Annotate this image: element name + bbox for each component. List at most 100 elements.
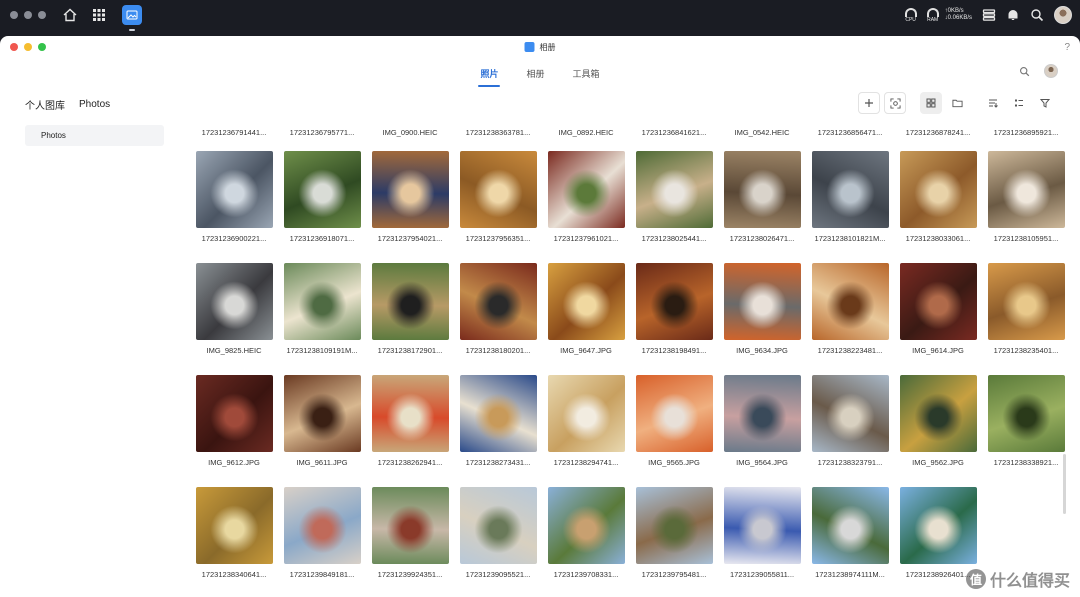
photo-item[interactable]: IMG_9614.JPG: [894, 263, 982, 355]
photo-item[interactable]: IMG_9634.JPG: [718, 263, 806, 355]
maximize-window-button[interactable]: [38, 43, 46, 51]
photo-thumbnail[interactable]: [459, 263, 537, 340]
photo-thumbnail[interactable]: [987, 151, 1065, 228]
user-avatar-small[interactable]: [1044, 64, 1058, 78]
photo-thumbnail[interactable]: [371, 151, 449, 228]
photo-filename[interactable]: IMG_0900.HEIC: [366, 128, 454, 137]
cpu-meter[interactable]: CPU: [904, 7, 917, 23]
photo-item[interactable]: 17231237961021...: [542, 151, 630, 243]
photo-item[interactable]: 17231238105951...: [982, 151, 1070, 243]
photo-thumbnail[interactable]: [459, 375, 537, 452]
photo-thumbnail[interactable]: [547, 263, 625, 340]
tab-toolbox[interactable]: 工具箱: [571, 63, 602, 84]
photo-thumbnail[interactable]: [899, 151, 977, 228]
photo-item[interactable]: IMG_9562.JPG: [894, 375, 982, 467]
photo-thumbnail[interactable]: [723, 487, 801, 564]
photo-thumbnail[interactable]: [371, 375, 449, 452]
photo-item[interactable]: 17231238180201...: [454, 263, 542, 355]
face-scan-button[interactable]: [884, 92, 906, 114]
photo-thumbnail[interactable]: [811, 487, 889, 564]
photo-thumbnail[interactable]: [723, 375, 801, 452]
home-icon[interactable]: [62, 7, 78, 23]
photo-filename[interactable]: 17231238363781...: [454, 128, 542, 137]
photo-item[interactable]: 17231238926401...: [894, 487, 982, 579]
photo-filename[interactable]: 17231236841621...: [630, 128, 718, 137]
user-avatar[interactable]: [1054, 6, 1072, 24]
photo-item[interactable]: 17231238294741...: [542, 375, 630, 467]
photos-app-icon[interactable]: [122, 5, 142, 31]
window-dots[interactable]: [10, 11, 46, 19]
task-manager-icon[interactable]: [982, 8, 996, 22]
app-grid-icon[interactable]: [92, 8, 106, 22]
search-icon[interactable]: [1030, 8, 1044, 22]
photo-thumbnail[interactable]: [547, 487, 625, 564]
photo-thumbnail[interactable]: [811, 263, 889, 340]
photo-filename[interactable]: 17231236856471...: [806, 128, 894, 137]
sort-button[interactable]: [982, 92, 1004, 114]
photo-item[interactable]: 17231238235401...: [982, 263, 1070, 355]
photo-thumbnail[interactable]: [195, 263, 273, 340]
photo-filename[interactable]: 17231236878241...: [894, 128, 982, 137]
photo-thumbnail[interactable]: [547, 151, 625, 228]
add-button[interactable]: [858, 92, 880, 114]
photo-thumbnail[interactable]: [195, 487, 273, 564]
photo-item[interactable]: 17231238109191M...: [278, 263, 366, 355]
filter-button[interactable]: [1034, 92, 1056, 114]
ram-meter[interactable]: RAM: [926, 7, 939, 23]
grid-view-button[interactable]: [920, 92, 942, 114]
photo-thumbnail[interactable]: [283, 151, 361, 228]
photo-item[interactable]: 17231236918071...: [278, 151, 366, 243]
tab-albums[interactable]: 相册: [524, 63, 546, 84]
photo-thumbnail[interactable]: [371, 263, 449, 340]
photo-item[interactable]: IMG_9565.JPG: [630, 375, 718, 467]
photo-thumbnail[interactable]: [635, 375, 713, 452]
photo-item[interactable]: 17231238974111M...: [806, 487, 894, 579]
photo-thumbnail[interactable]: [283, 263, 361, 340]
notification-bell-icon[interactable]: [1006, 8, 1020, 22]
photo-thumbnail[interactable]: [635, 151, 713, 228]
photo-item[interactable]: 17231238025441...: [630, 151, 718, 243]
photo-filename[interactable]: IMG_0892.HEIC: [542, 128, 630, 137]
photo-item[interactable]: 17231239795481...: [630, 487, 718, 579]
photo-item[interactable]: 17231239849181...: [278, 487, 366, 579]
photo-item[interactable]: IMG_9564.JPG: [718, 375, 806, 467]
photo-item[interactable]: 17231238172901...: [366, 263, 454, 355]
photo-thumbnail[interactable]: [371, 487, 449, 564]
photo-item[interactable]: 17231238033061...: [894, 151, 982, 243]
photo-item[interactable]: 17231237954021...: [366, 151, 454, 243]
photo-item[interactable]: 17231239095521...: [454, 487, 542, 579]
photo-thumbnail[interactable]: [459, 487, 537, 564]
list-options-button[interactable]: [1008, 92, 1030, 114]
folder-view-button[interactable]: [946, 92, 968, 114]
photo-item[interactable]: 17231236900221...: [190, 151, 278, 243]
photo-thumbnail[interactable]: [195, 375, 273, 452]
photo-thumbnail[interactable]: [547, 375, 625, 452]
grid-scrollbar[interactable]: [1063, 454, 1066, 514]
photo-item[interactable]: 17231238273431...: [454, 375, 542, 467]
photo-item[interactable]: 17231238262941...: [366, 375, 454, 467]
search-icon[interactable]: [1019, 66, 1030, 77]
photo-thumbnail[interactable]: [811, 151, 889, 228]
photo-filename[interactable]: 17231236795771...: [278, 128, 366, 137]
photo-item[interactable]: 17231238223481...: [806, 263, 894, 355]
photo-thumbnail[interactable]: [635, 263, 713, 340]
photo-filename[interactable]: IMG_0542.HEIC: [718, 128, 806, 137]
photo-thumbnail[interactable]: [723, 151, 801, 228]
photo-item[interactable]: 17231239055811...: [718, 487, 806, 579]
photo-thumbnail[interactable]: [723, 263, 801, 340]
tab-photos[interactable]: 照片: [478, 63, 501, 87]
photo-item[interactable]: 17231238198491...: [630, 263, 718, 355]
photo-thumbnail[interactable]: [899, 263, 977, 340]
photo-thumbnail[interactable]: [459, 151, 537, 228]
photo-item[interactable]: 17231237956351...: [454, 151, 542, 243]
photo-thumbnail[interactable]: [899, 375, 977, 452]
photo-thumbnail[interactable]: [283, 487, 361, 564]
photo-item[interactable]: 17231238323791...: [806, 375, 894, 467]
photo-filename[interactable]: 17231236895921...: [982, 128, 1070, 137]
close-window-button[interactable]: [10, 43, 18, 51]
minimize-window-button[interactable]: [24, 43, 32, 51]
photo-thumbnail[interactable]: [195, 151, 273, 228]
photo-item[interactable]: 17231239924351...: [366, 487, 454, 579]
photo-thumbnail[interactable]: [811, 375, 889, 452]
photo-thumbnail[interactable]: [899, 487, 977, 564]
